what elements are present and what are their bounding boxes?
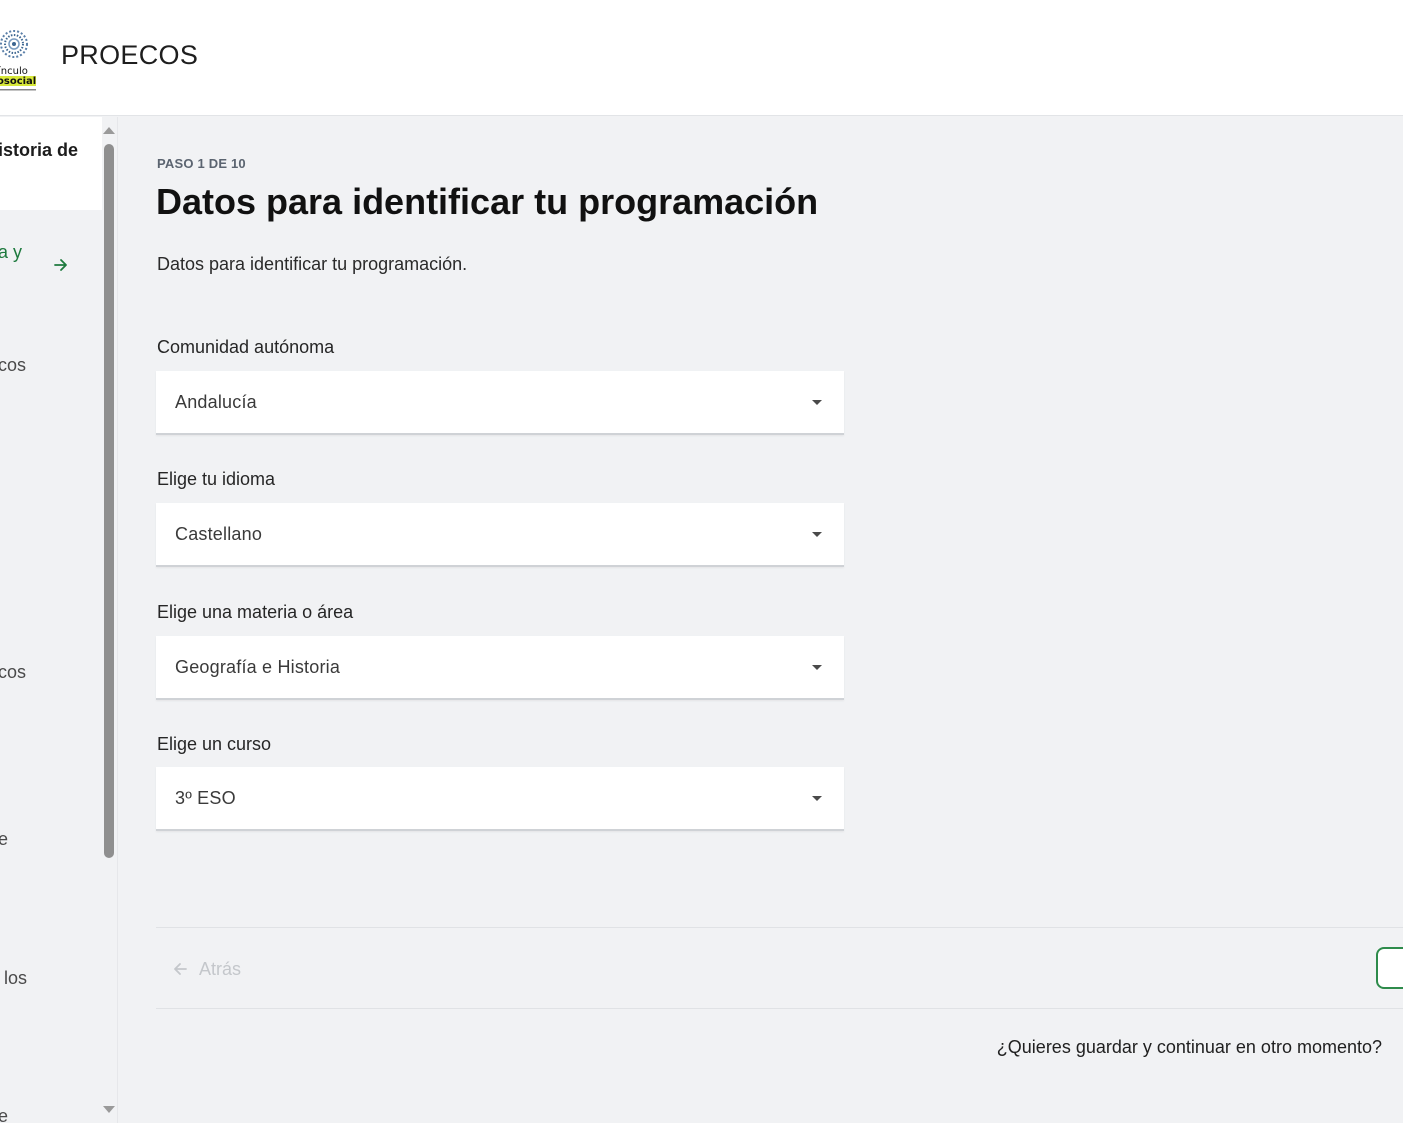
select-value: 3º ESO <box>175 788 236 808</box>
arrow-left-icon <box>174 963 187 975</box>
steps-sidebar: istoria de a y cos cos e los e <box>0 117 118 1123</box>
back-button[interactable]: Atrás <box>171 955 241 983</box>
select-value: Castellano <box>175 524 263 544</box>
sidebar-item-label[interactable]: cos <box>0 662 26 683</box>
chevron-down-icon <box>812 400 822 405</box>
scroll-up-icon[interactable] <box>103 127 115 134</box>
idioma-label: Elige tu idioma <box>157 469 276 489</box>
chevron-down-icon <box>812 532 822 537</box>
sidebar-item-label[interactable]: a y <box>0 242 22 263</box>
curso-label: Elige un curso <box>157 734 272 754</box>
sidebar-item-label[interactable]: cos <box>0 355 26 376</box>
app-header: ínculo osocial PROECOS <box>0 0 1403 116</box>
materia-select[interactable]: Geografía e Historia <box>156 636 844 700</box>
save-later-link[interactable]: ¿Quieres guardar y continuar en otro mom… <box>997 1037 1382 1058</box>
page-description: Datos para identificar tu programación. <box>157 254 468 274</box>
sidebar-active-item[interactable] <box>0 117 102 210</box>
chevron-down-icon <box>812 665 822 670</box>
sidebar-item-label[interactable]: e <box>0 1106 8 1123</box>
next-button[interactable] <box>1376 947 1403 989</box>
nav-divider-top <box>156 927 1403 928</box>
page-title: Datos para identificar tu programación <box>156 181 819 222</box>
nav-divider-bottom <box>156 1008 1403 1009</box>
arrow-right-icon <box>54 259 67 271</box>
svg-text:osocial: osocial <box>0 76 36 87</box>
main-content: PASO 1 DE 10 Datos para identificar tu p… <box>119 117 1403 1123</box>
select-value: Andalucía <box>175 392 257 412</box>
scroll-down-icon[interactable] <box>103 1106 115 1113</box>
sidebar-item-label[interactable]: e <box>0 829 8 850</box>
circulo-psicosocial-logo[interactable]: ínculo osocial <box>0 20 40 94</box>
scrollbar-thumb[interactable] <box>104 144 114 858</box>
chevron-down-icon <box>812 796 822 801</box>
materia-label: Elige una materia o área <box>157 602 354 622</box>
curso-select[interactable]: 3º ESO <box>156 767 844 831</box>
sidebar-item-label[interactable]: istoria de <box>0 140 78 161</box>
comunidad-select[interactable]: Andalucía <box>156 371 844 435</box>
app-title: PROECOS <box>61 40 199 70</box>
back-button-label: Atrás <box>199 958 242 979</box>
comunidad-label: Comunidad autónoma <box>157 337 335 357</box>
idioma-select[interactable]: Castellano <box>156 503 844 567</box>
sidebar-item-label[interactable]: los <box>4 968 27 989</box>
select-value: Geografía e Historia <box>175 657 341 677</box>
step-indicator: PASO 1 DE 10 <box>157 156 246 171</box>
